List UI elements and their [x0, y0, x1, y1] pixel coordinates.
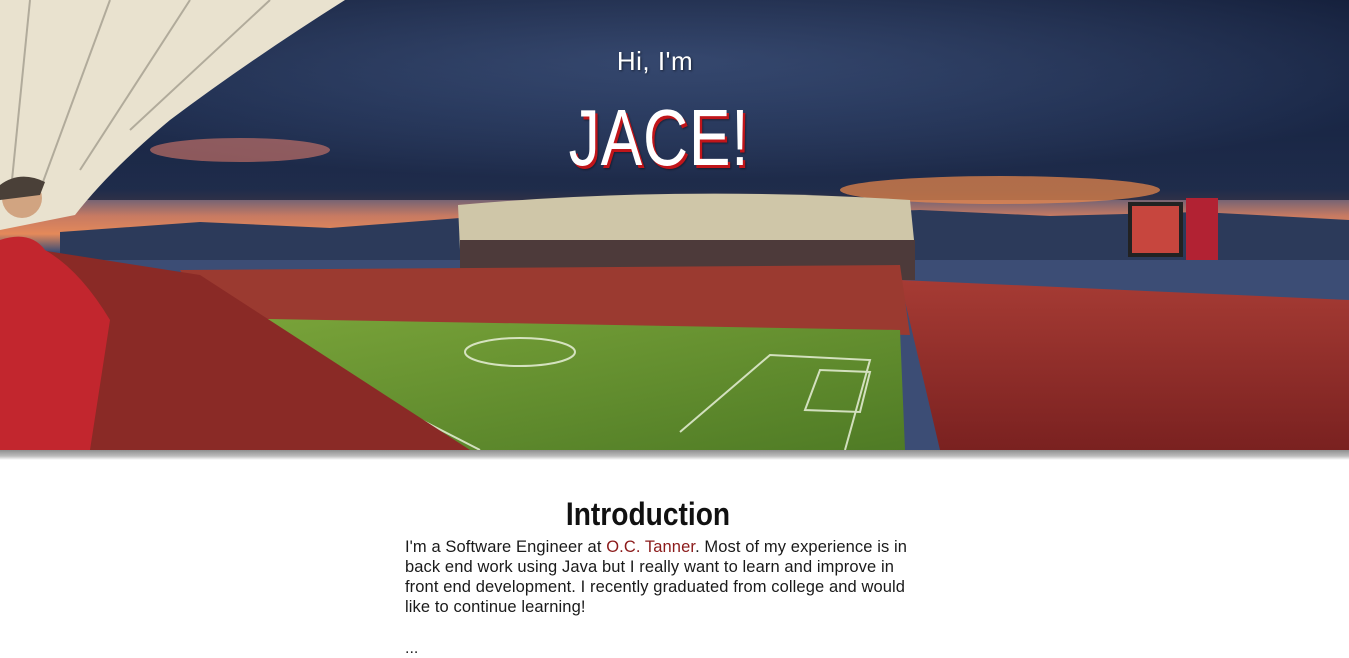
hero-banner: Hi, I'm JACE! — [0, 0, 1349, 450]
hero-bottom-shadow — [0, 450, 1349, 460]
introduction-paragraph: I'm a Software Engineer at O.C. Tanner. … — [405, 537, 930, 617]
hero-name: JACE! — [568, 93, 750, 182]
employer-link[interactable]: O.C. Tanner — [606, 538, 695, 556]
hero-greeting: Hi, I'm — [616, 46, 694, 76]
introduction-section: Introduction I'm a Software Engineer at … — [405, 496, 930, 617]
next-section-heading-partial: ... — [405, 640, 419, 657]
introduction-title: Introduction — [565, 496, 731, 532]
intro-text-part-1: I'm a Software Engineer at — [405, 538, 607, 556]
